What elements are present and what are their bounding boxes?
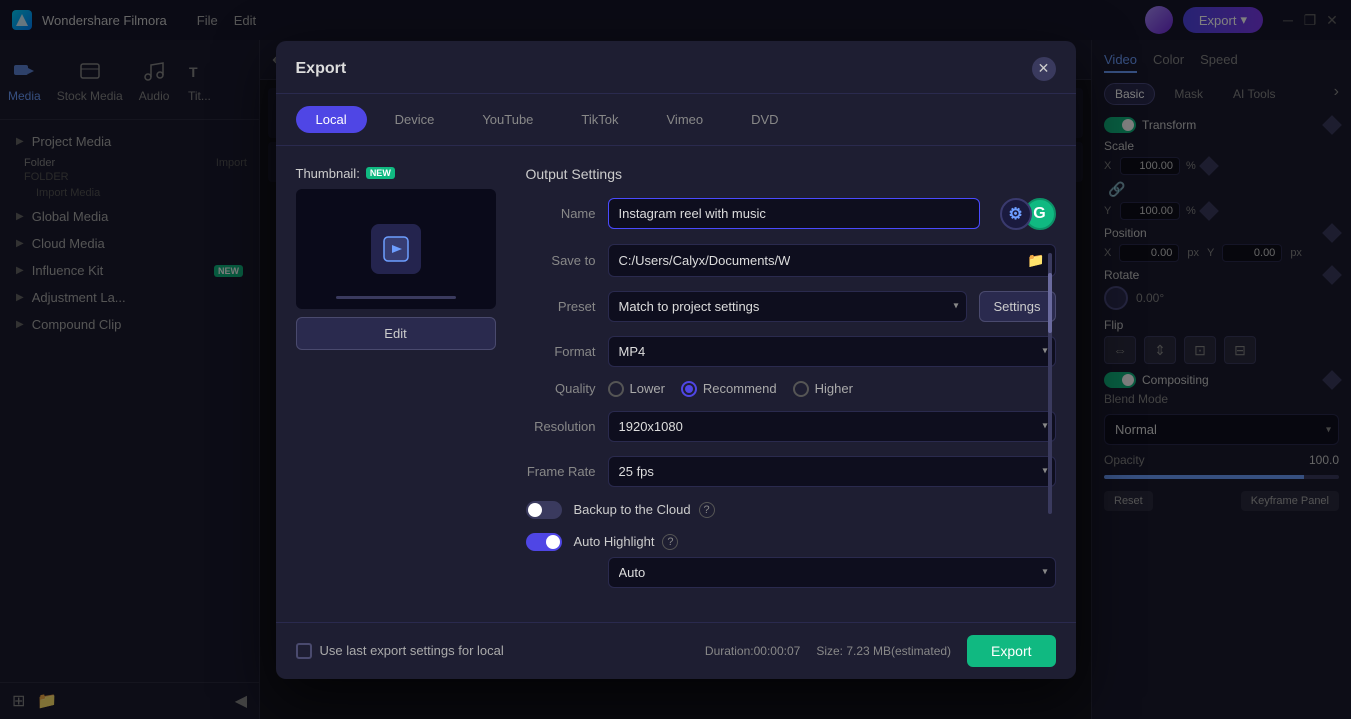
settings-button[interactable]: Settings (979, 291, 1056, 322)
modal-scrollbar[interactable] (1048, 253, 1052, 515)
tab-local[interactable]: Local (296, 106, 367, 133)
name-input[interactable] (608, 198, 980, 229)
last-settings-label: Use last export settings for local (320, 643, 504, 658)
quality-lower[interactable]: Lower (608, 381, 665, 397)
higher-radio[interactable] (793, 381, 809, 397)
modal-close-button[interactable]: ✕ (1032, 57, 1056, 81)
backup-cloud-label-area: Backup to the Cloud ? (574, 502, 1056, 518)
edit-thumbnail-button[interactable]: Edit (296, 317, 496, 350)
quality-recommend[interactable]: Recommend (681, 381, 777, 397)
resolution-label: Resolution (526, 419, 596, 434)
format-row: Format MP4 ▾ (526, 336, 1056, 367)
recommend-label: Recommend (703, 381, 777, 396)
resolution-row: Resolution 1920x1080 ▾ (526, 411, 1056, 442)
frame-rate-select-wrapper: 25 fps ▾ (608, 456, 1056, 487)
thumbnail-progress-bar (336, 296, 456, 299)
resolution-select[interactable]: 1920x1080 (608, 411, 1056, 442)
frame-rate-row: Frame Rate 25 fps ▾ (526, 456, 1056, 487)
name-label: Name (526, 206, 596, 221)
lower-radio[interactable] (608, 381, 624, 397)
auto-highlight-row: Auto Highlight ? (526, 533, 1056, 551)
recommend-radio[interactable] (681, 381, 697, 397)
backup-cloud-label: Backup to the Cloud (574, 502, 691, 517)
preset-label: Preset (526, 299, 596, 314)
preset-select[interactable]: Match to project settings (608, 291, 967, 322)
export-modal: Export ✕ Local Device YouTube TikTok Vim… (276, 41, 1076, 679)
name-row: Name ⚙ G (526, 198, 1056, 230)
modal-footer: Use last export settings for local Durat… (276, 622, 1076, 679)
tab-vimeo[interactable]: Vimeo (647, 106, 724, 133)
thumbnail-preview (296, 189, 496, 309)
output-section: Output Settings Name ⚙ G Save to (526, 166, 1056, 602)
checkbox-area: Use last export settings for local (296, 643, 504, 659)
lower-label: Lower (630, 381, 665, 396)
save-to-row: Save to C:/Users/Calyx/Documents/W 📁 (526, 244, 1056, 277)
resolution-select-wrapper: 1920x1080 ▾ (608, 411, 1056, 442)
higher-label: Higher (815, 381, 853, 396)
format-select[interactable]: MP4 (608, 336, 1056, 367)
format-label: Format (526, 344, 596, 359)
save-to-value: C:/Users/Calyx/Documents/W (619, 253, 791, 268)
tab-youtube[interactable]: YouTube (462, 106, 553, 133)
size-label: Size: 7.23 MB(estimated) (816, 644, 951, 658)
browse-folder-button[interactable]: 📁 (1027, 252, 1044, 269)
quality-row: Quality Lower Recommend (526, 381, 1056, 397)
modal-overlay: Export ✕ Local Device YouTube TikTok Vim… (0, 0, 1351, 719)
format-select-wrapper: MP4 ▾ (608, 336, 1056, 367)
auto-highlight-help-icon[interactable]: ? (662, 534, 678, 550)
tab-dvd[interactable]: DVD (731, 106, 798, 133)
auto-highlight-sub-row: Auto ▾ (526, 557, 1056, 588)
auto-select-wrapper: Auto ▾ (608, 557, 1056, 588)
modal-title: Export (296, 60, 347, 78)
recommend-radio-inner (685, 385, 693, 393)
thumbnail-icon (371, 224, 421, 274)
export-final-button[interactable]: Export (967, 635, 1055, 667)
output-title: Output Settings (526, 166, 1056, 182)
tab-tiktok[interactable]: TikTok (561, 106, 638, 133)
frame-rate-label: Frame Rate (526, 464, 596, 479)
last-settings-checkbox[interactable] (296, 643, 312, 659)
app-window: Wondershare Filmora File Edit Export ▾ ─… (0, 0, 1351, 719)
duration-label: Duration:00:00:07 (705, 644, 800, 658)
quality-options: Lower Recommend Highe (608, 381, 853, 397)
save-to-label: Save to (526, 253, 596, 268)
thumbnail-text: Thumbnail: (296, 166, 360, 181)
modal-tabs: Local Device YouTube TikTok Vimeo DVD (276, 94, 1076, 146)
preset-row: Preset Match to project settings ▾ Setti… (526, 291, 1056, 322)
quality-higher[interactable]: Higher (793, 381, 853, 397)
thumbnail-label-row: Thumbnail: NEW (296, 166, 506, 181)
scrollbar-thumb (1048, 273, 1052, 333)
auto-highlight-select[interactable]: Auto (608, 557, 1056, 588)
frame-rate-select[interactable]: 25 fps (608, 456, 1056, 487)
modal-header: Export ✕ (276, 41, 1076, 94)
modal-body: Thumbnail: NEW Edit Output Settings (276, 146, 1076, 622)
thumbnail-new-badge: NEW (366, 167, 395, 179)
grammarly-icons: ⚙ G (1000, 198, 1056, 230)
backup-cloud-toggle[interactable] (526, 501, 562, 519)
grammarly-icon-1: ⚙ (1000, 198, 1032, 230)
backup-cloud-row: Backup to the Cloud ? (526, 501, 1056, 519)
tab-device[interactable]: Device (375, 106, 455, 133)
save-to-path: C:/Users/Calyx/Documents/W 📁 (608, 244, 1056, 277)
preset-select-wrapper: Match to project settings ▾ (608, 291, 967, 322)
auto-highlight-label-area: Auto Highlight ? (574, 534, 1056, 550)
thumbnail-section: Thumbnail: NEW Edit (296, 166, 506, 602)
backup-cloud-help-icon[interactable]: ? (699, 502, 715, 518)
footer-info: Duration:00:00:07 Size: 7.23 MB(estimate… (705, 635, 1056, 667)
quality-label: Quality (526, 381, 596, 396)
auto-highlight-toggle[interactable] (526, 533, 562, 551)
auto-highlight-label: Auto Highlight (574, 534, 655, 549)
